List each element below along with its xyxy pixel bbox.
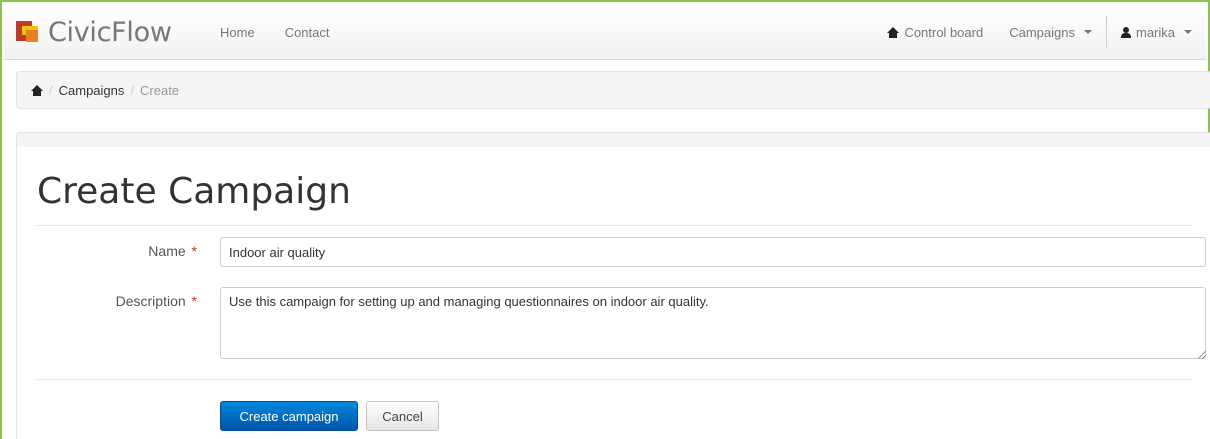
description-textarea[interactable]: Use this campaign for setting up and man…: [220, 287, 1206, 359]
nav-right: Control board Campaigns marika: [887, 4, 1192, 60]
name-input[interactable]: [220, 237, 1206, 267]
nav-contact-link[interactable]: Contact: [285, 25, 330, 40]
nav-home-link[interactable]: Home: [220, 25, 255, 40]
description-label: Description *: [115, 293, 197, 309]
nav-campaigns-dropdown[interactable]: Campaigns: [1009, 25, 1092, 40]
top-navbar: CivicFlow Home Contact Control board Cam…: [4, 4, 1206, 60]
breadcrumb-campaigns[interactable]: Campaigns: [59, 83, 125, 98]
title-divider: [37, 225, 1193, 226]
home-icon: [887, 26, 900, 38]
page-title: Create Campaign: [37, 171, 351, 212]
chevron-down-icon: [1083, 30, 1092, 34]
nav-divider: [1105, 16, 1107, 48]
breadcrumb-home-icon[interactable]: [31, 84, 43, 96]
resize-handle-icon[interactable]: [1198, 351, 1206, 359]
breadcrumb-separator: /: [49, 82, 53, 98]
breadcrumb-separator: /: [130, 82, 135, 98]
user-icon: [1120, 26, 1131, 38]
nav-user-label: marika: [1135, 24, 1175, 40]
form-panel: Create Campaign Name * Description * Use…: [16, 132, 1210, 439]
form-divider: [37, 379, 1193, 380]
create-campaign-button[interactable]: Create campaign: [220, 401, 358, 431]
name-label: Name *: [148, 243, 197, 259]
nav-left: Home Contact: [220, 4, 330, 60]
app-frame: CivicFlow Home Contact Control board Cam…: [0, 0, 1210, 439]
nav-campaigns-label: Campaigns: [1009, 24, 1075, 40]
breadcrumb-create: Create: [140, 82, 180, 98]
logo-icon: [16, 21, 40, 43]
nav-user-dropdown[interactable]: marika: [1120, 24, 1192, 40]
breadcrumb: / Campaigns / Create: [16, 71, 1210, 109]
required-marker: *: [191, 243, 197, 259]
nav-control-board-label: Control board: [904, 24, 984, 40]
brand-name: CivicFlow: [48, 16, 172, 48]
required-marker: *: [191, 293, 197, 309]
chevron-down-icon: [1184, 30, 1192, 34]
brand[interactable]: CivicFlow: [16, 16, 172, 48]
cancel-button[interactable]: Cancel: [366, 401, 439, 431]
nav-control-board-link[interactable]: Control board: [887, 25, 983, 40]
